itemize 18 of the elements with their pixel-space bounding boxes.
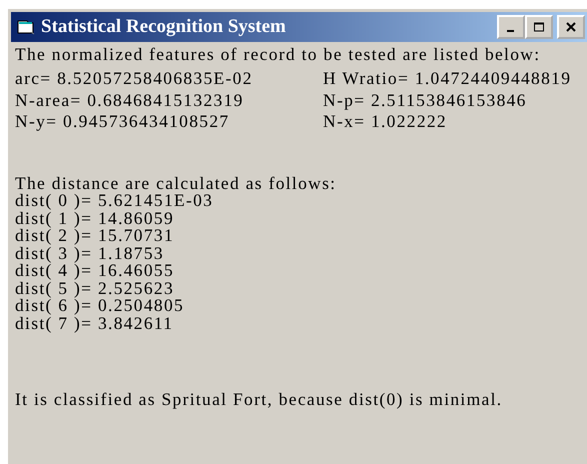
feature-value: N-y= 0.945736434108527 xyxy=(15,111,230,132)
feature-value: H Wratio= 1.04724409448819 xyxy=(323,68,572,88)
distance-heading: The distance are calculated as follows: xyxy=(15,172,336,192)
feature-value: N-area= 0.68468415132319 xyxy=(15,90,245,110)
minimize-button[interactable] xyxy=(497,15,525,39)
close-button[interactable] xyxy=(557,15,585,39)
conclusion-text: It is classified as Spritual Fort, because dist(0) is minimal. xyxy=(15,389,502,409)
distance-value: dist( 0 )= 5.621451E-03 xyxy=(15,190,214,210)
feature-value: N-x= 1.022222 xyxy=(323,111,448,132)
window-title: Statistical Recognition System xyxy=(41,16,287,38)
minimize-icon xyxy=(506,30,514,32)
window-icon xyxy=(17,19,35,35)
intro-text: The normalized features of record to be tested are listed below: xyxy=(15,44,540,64)
feature-value: arc= 8.52057258406835E-02 xyxy=(15,68,254,88)
feature-value: N-p= 2.51153846153846 xyxy=(323,90,528,110)
close-icon xyxy=(565,22,577,32)
maximize-button[interactable] xyxy=(525,15,553,39)
maximize-icon xyxy=(533,22,545,32)
